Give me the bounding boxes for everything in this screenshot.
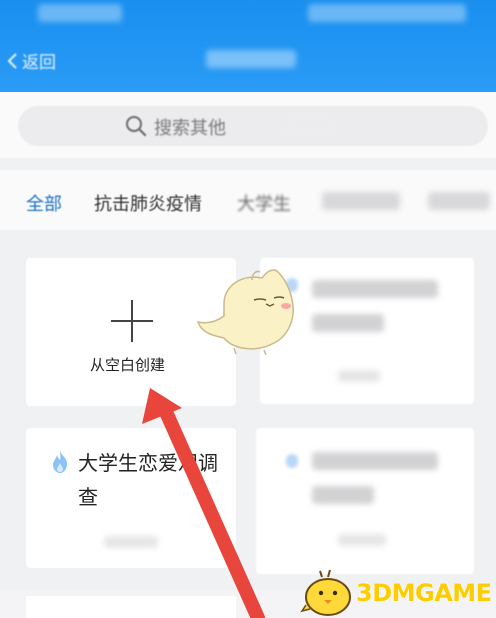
template-title: 大学生恋爱观调查: [78, 451, 218, 509]
template-meta-blur: [104, 536, 158, 548]
watermark: 3DMGAME: [300, 568, 496, 618]
status-bar-right: [308, 4, 466, 22]
search-placeholder-blur: [226, 114, 336, 136]
tab-all[interactable]: 全部: [26, 190, 62, 216]
watermark-logo: [300, 569, 351, 616]
tab-covid[interactable]: 抗击肺炎疫情: [94, 190, 202, 216]
tab-blurred-1[interactable]: [322, 192, 400, 210]
template-card-partial[interactable]: [26, 596, 236, 618]
template-meta-blur: [338, 534, 386, 546]
back-button[interactable]: 返回: [6, 48, 56, 73]
plus-icon-bar: [111, 320, 153, 322]
template-title-blur: [312, 452, 438, 470]
status-bar-left: [38, 4, 122, 22]
template-title-blur: [312, 280, 438, 298]
template-title-blur-2: [312, 314, 384, 332]
search-placeholder: 搜索其他: [154, 118, 226, 139]
fire-icon: [53, 451, 67, 473]
template-meta-blur: [338, 370, 380, 382]
app-header: 返回: [0, 0, 496, 96]
create-blank-label: 从空白创建: [90, 356, 166, 374]
search-icon: [125, 115, 147, 137]
template-title-blur-2: [312, 486, 374, 504]
watermark-text: 3DMGAME: [356, 579, 492, 607]
chevron-left-icon: [7, 52, 17, 69]
template-icon: [286, 454, 298, 468]
tab-college[interactable]: 大学生: [237, 190, 291, 216]
page-title: [206, 50, 296, 68]
mascot-sticker: [196, 269, 294, 356]
back-label: 返回: [22, 53, 56, 73]
tab-blurred-2[interactable]: [428, 192, 490, 210]
